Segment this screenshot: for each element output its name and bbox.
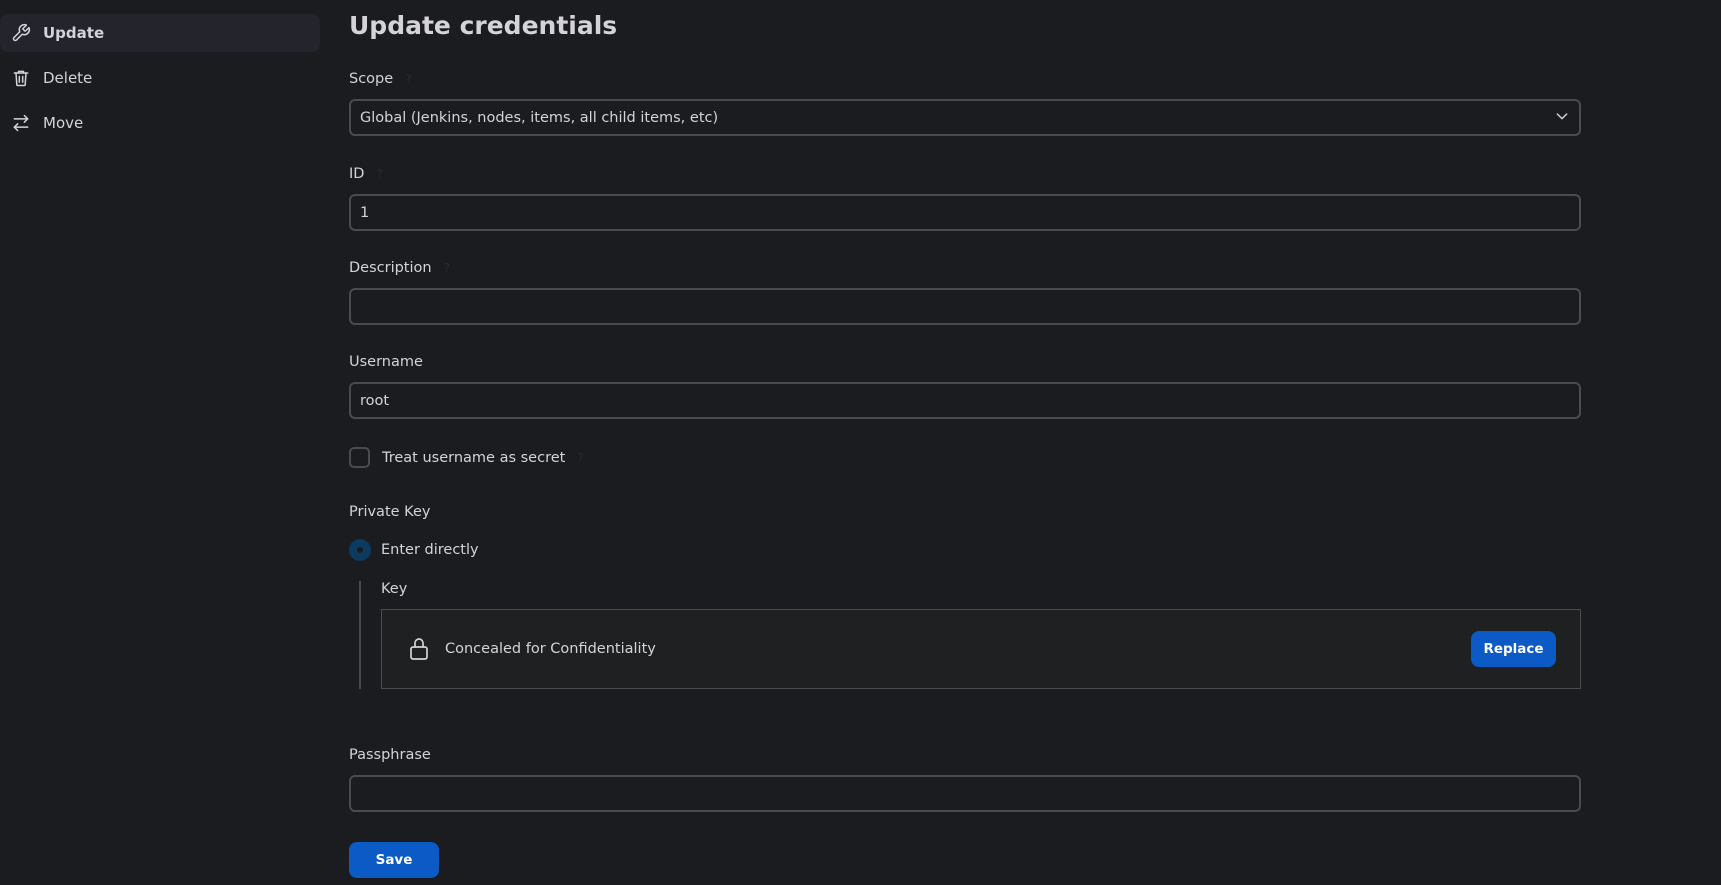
sidebar-item-label: Update [43,24,105,42]
move-arrows-icon [10,112,32,134]
sidebar-item-label: Delete [43,69,93,87]
concealed-key-box: Concealed for Confidentiality Replace [381,609,1581,689]
sidebar: Update Delete Move [0,0,320,885]
enter-directly-label[interactable]: Enter directly [381,542,479,558]
help-icon[interactable]: ? [577,451,583,465]
id-input[interactable] [349,194,1581,231]
bottom-action-bar [320,827,1721,885]
lock-icon [408,636,430,662]
scope-selected-value: Global (Jenkins, nodes, items, all child… [360,109,719,126]
passphrase-input[interactable] [349,775,1581,812]
id-label: ID ? [349,166,383,182]
help-icon[interactable]: ? [405,72,411,86]
nested-section-bar [359,581,361,689]
scope-label: Scope ? [349,71,412,87]
save-button[interactable]: Save [349,842,439,878]
replace-button[interactable]: Replace [1471,631,1556,667]
sidebar-item-delete[interactable]: Delete [0,59,320,97]
passphrase-label: Passphrase [349,747,431,763]
help-icon[interactable]: ? [376,167,382,181]
username-secret-checkbox[interactable] [349,447,370,468]
scope-select[interactable]: Global (Jenkins, nodes, items, all child… [349,99,1581,136]
sidebar-item-update[interactable]: Update [0,14,320,52]
sidebar-item-label: Move [43,114,84,132]
concealed-text: Concealed for Confidentiality [445,641,656,657]
scope-label-text: Scope [349,71,394,87]
chevron-down-icon [1554,108,1570,128]
description-label: Description ? [349,260,450,276]
help-icon[interactable]: ? [444,261,450,275]
username-label-text: Username [349,354,423,370]
private-key-label-text: Private Key [349,504,431,520]
key-label: Key [381,581,407,597]
trash-icon [10,67,32,89]
wrench-icon [10,22,32,44]
username-secret-row: Treat username as secret ? [349,447,584,468]
sidebar-item-move[interactable]: Move [0,104,320,142]
username-input[interactable] [349,382,1581,419]
key-label-text: Key [381,581,408,597]
passphrase-label-text: Passphrase [349,747,431,763]
description-label-text: Description [349,260,432,276]
username-secret-label[interactable]: Treat username as secret [382,450,565,466]
enter-directly-radio[interactable] [349,539,371,561]
username-label: Username [349,354,423,370]
description-input[interactable] [349,288,1581,325]
enter-directly-option: Enter directly [349,539,479,561]
private-key-label: Private Key [349,504,430,520]
id-label-text: ID [349,166,365,182]
page-title: Update credentials [349,11,618,40]
